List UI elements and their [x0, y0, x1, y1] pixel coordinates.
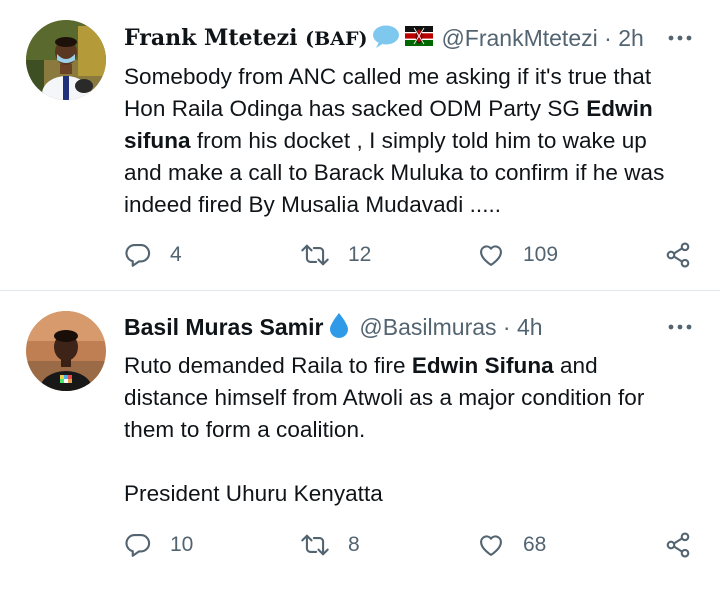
like-button[interactable]: 109 — [477, 240, 558, 270]
avatar-image — [26, 311, 106, 391]
handle[interactable]: @FrankMtetezi · 2h — [441, 25, 643, 52]
avatar-image — [26, 20, 106, 100]
avatar[interactable] — [26, 20, 106, 100]
speech-bubble-emoji — [371, 24, 401, 53]
like-count: 109 — [523, 243, 559, 266]
tweet-actions: 10 8 68 — [124, 530, 699, 560]
retweet-button[interactable]: 8 — [300, 530, 360, 560]
share-icon — [666, 242, 690, 268]
display-name[interactable]: Basil Muras Samir — [124, 314, 323, 341]
retweet-button[interactable]: 12 — [300, 240, 371, 270]
tweet-actions: 4 12 109 — [124, 240, 699, 270]
share-button[interactable] — [664, 530, 692, 560]
share-icon — [666, 532, 690, 558]
reply-icon — [125, 244, 151, 267]
reply-count: 10 — [170, 533, 194, 556]
handle[interactable]: @Basilmuras · 4h — [359, 314, 542, 341]
display-name[interactable]: Frank Mtetezi (BAF) — [124, 25, 367, 51]
tweet-text: Somebody from ANC called me asking if it… — [124, 64, 665, 217]
reply-button[interactable]: 10 — [124, 530, 193, 560]
like-count: 68 — [523, 533, 547, 556]
retweet-icon — [301, 534, 329, 556]
timestamp: 2h — [618, 24, 644, 51]
reply-icon — [125, 534, 151, 557]
more-options-icon[interactable] — [668, 315, 692, 339]
tweet[interactable]: Frank Mtetezi (BAF) @FrankMtetezi · 2h S… — [0, 0, 720, 290]
more-options-icon[interactable] — [668, 26, 692, 50]
tweet[interactable]: Basil Muras Samir @Basilmuras · 4h Ruto … — [0, 291, 720, 598]
like-button[interactable]: 68 — [477, 530, 546, 560]
reply-count: 4 — [170, 243, 182, 266]
heart-icon — [480, 535, 502, 556]
avatar[interactable] — [26, 311, 106, 391]
share-button[interactable] — [664, 240, 692, 270]
tweet-text: Ruto demanded Raila to fire Edwin Sifuna… — [124, 353, 645, 506]
retweet-count: 8 — [348, 533, 360, 556]
retweet-count: 12 — [348, 243, 372, 266]
retweet-icon — [301, 244, 329, 266]
droplet-emoji — [327, 312, 351, 343]
reply-button[interactable]: 4 — [124, 240, 182, 270]
tweet-header: Basil Muras Samir @Basilmuras · 4h — [124, 311, 543, 343]
timestamp: 4h — [516, 313, 543, 340]
kenya-flag-emoji — [405, 25, 434, 51]
heart-icon — [480, 245, 502, 266]
tweet-header: Frank Mtetezi (BAF) @FrankMtetezi · 2h — [124, 22, 644, 54]
